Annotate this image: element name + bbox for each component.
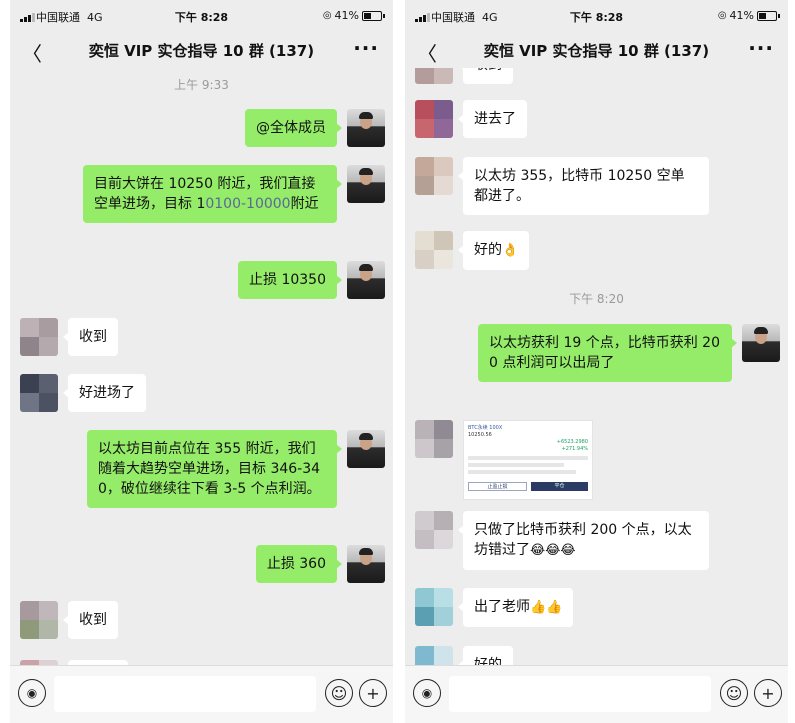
message-self: 以太坊获利 19 个点，比特币获利 200 点利润可以出局了 [478,324,780,382]
trade-screenshot-image[interactable]: BTC永续 100X 10250.56 +6523.2980 +271.94% … [463,420,593,500]
avatar[interactable] [347,545,385,583]
chat-title: 奕恒 VIP 实仓指导 10 群 (137) [483,41,710,60]
voice-icon[interactable]: ◉ [18,679,46,707]
message-list[interactable]: 收到 进去了 以太坊 355，比特币 10250 空单都进了。 好的👌 下午 8… [405,68,788,665]
status-bar: 中国联通 4G 下午 8:28 ◎ 41% [10,0,393,32]
message-other: 以太坊 355，比特币 10250 空单都进了。 [415,157,709,215]
battery-icon [757,10,777,21]
back-icon[interactable]: 〈 [417,38,437,67]
message-other: BTC永续 100X 10250.56 +6523.2980 +271.94% … [415,420,593,500]
link-text[interactable]: 0100-10000 [205,196,290,212]
close-position-button: 平仓 [531,482,588,491]
avatar[interactable] [20,601,58,639]
message-other: 收到 [20,318,118,356]
ok-hand-emoji: 👌 [502,243,519,258]
message-input[interactable] [449,676,711,712]
message-self: 止损 360 [255,545,385,583]
message-bubble[interactable]: 止损 360 [255,545,343,583]
battery: ◎ 41% [323,9,385,22]
time-label: 上午 9:33 [174,78,229,92]
message-bubble[interactable]: 收到 [63,318,118,356]
chat-title: 奕恒 VIP 实仓指导 10 群 (137) [88,41,315,60]
message-self: 止损 10350 [238,261,385,299]
avatar[interactable] [415,100,453,138]
voice-icon[interactable]: ◉ [413,679,441,707]
message-other: 好的 [415,646,513,665]
time-label: 下午 8:20 [569,292,624,306]
message-self: @全体成员 [245,109,385,147]
message-bubble[interactable]: 止损 10350 [238,261,342,299]
message-bubble[interactable]: 好进场了 [63,374,146,412]
chat-header: 〈 奕恒 VIP 实仓指导 10 群 (137) ··· [405,32,788,68]
battery-icon [362,10,382,21]
battery: ◎ 41% [718,9,780,22]
input-bar: ◉ ☺ + [10,665,393,723]
back-icon[interactable]: 〈 [22,38,42,67]
avatar[interactable] [347,261,385,299]
message-other: 进去了 [415,100,527,138]
message-other: 好进场了 [20,374,146,412]
avatar[interactable] [415,157,453,195]
chat-header: 〈 奕恒 VIP 实仓指导 10 群 (137) ··· [10,32,393,68]
message-other: 好的👌 [415,231,530,270]
message-bubble[interactable]: 进去了 [458,100,527,138]
plus-icon[interactable]: + [754,679,782,707]
avatar[interactable] [347,430,385,468]
avatar[interactable] [415,420,453,458]
message-bubble[interactable]: 出了老师👍👍 [457,588,574,627]
avatar[interactable] [415,646,453,665]
laughing-emoji: 😂😂😂 [530,543,576,558]
plus-icon[interactable]: + [359,679,387,707]
smiley-icon[interactable]: ☺ [325,679,353,707]
status-bar: 中国联通 4G 下午 8:28 ◎ 41% [405,0,788,32]
message-bubble[interactable]: 只做了比特币获利 200 个点，以太坊错过了😂😂😂 [458,511,709,570]
message-other: 只做了比特币获利 200 个点，以太坊错过了😂😂😂 [415,511,709,570]
message-bubble[interactable]: 以太坊 355，比特币 10250 空单都进了。 [458,157,709,215]
left-chat-screen: 中国联通 4G 下午 8:28 ◎ 41% 〈 奕恒 VIP 实仓指导 10 群 … [10,0,393,723]
avatar[interactable] [742,324,780,362]
avatar[interactable] [347,165,385,203]
message-other: 收到 [20,601,118,639]
message-bubble[interactable]: 好的 [458,646,513,665]
message-bubble[interactable]: 好的👌 [457,231,530,270]
message-self: 以太坊目前点位在 355 附近，我们随着大趋势空单进场，目标 346-340，破… [87,430,385,508]
avatar[interactable] [20,318,58,356]
message-bubble[interactable]: 目前大饼在 10250 附近，我们直接空单进场，目标 10100-10000附近 [83,165,342,223]
avatar[interactable] [20,374,58,412]
message-bubble[interactable]: 收到 [458,68,513,84]
avatar[interactable] [415,231,453,269]
message-self: 目前大饼在 10250 附近，我们直接空单进场，目标 10100-10000附近 [83,165,385,223]
message-list[interactable]: 上午 9:33 @全体成员 目前大饼在 10250 附近，我们直接空单进场，目标… [10,68,393,665]
more-icon[interactable]: ··· [748,36,774,60]
avatar[interactable] [415,588,453,626]
stop-profit-button: 止盈止损 [468,482,527,491]
message-input[interactable] [54,676,316,712]
avatar[interactable] [415,511,453,549]
more-icon[interactable]: ··· [353,36,379,60]
right-chat-screen: 中国联通 4G 下午 8:28 ◎ 41% 〈 奕恒 VIP 实仓指导 10 群 … [405,0,788,723]
message-bubble[interactable]: 以太坊目前点位在 355 附近，我们随着大趋势空单进场，目标 346-340，破… [87,430,342,508]
avatar[interactable] [347,109,385,147]
message-bubble[interactable]: 以太坊获利 19 个点，比特币获利 200 点利润可以出局了 [478,324,737,382]
smiley-icon[interactable]: ☺ [720,679,748,707]
input-bar: ◉ ☺ + [405,665,788,723]
message-other: 出了老师👍👍 [415,588,574,627]
message-bubble[interactable]: @全体成员 [245,109,342,147]
thumbs-up-emoji: 👍👍 [530,600,563,615]
message-bubble[interactable]: 收到 [63,601,118,639]
avatar[interactable] [415,68,453,84]
message-other: 收到 [415,68,513,84]
